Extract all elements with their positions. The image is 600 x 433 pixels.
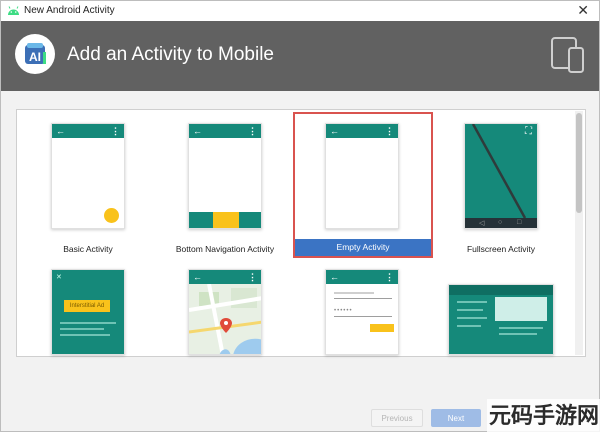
app-bar — [449, 285, 553, 295]
android-icon — [8, 6, 19, 15]
bottom-navigation-preview: ← ⋮ — [188, 123, 262, 229]
system-nav-bar: ◁ ○ □ — [465, 218, 537, 228]
interstitial-ad-preview: ✕ Interstitial Ad — [51, 269, 125, 355]
maps-activity-preview: ← ⋮ — [188, 269, 262, 355]
tile-label-empty-activity: Empty Activity — [295, 239, 431, 256]
fab-icon — [104, 208, 119, 223]
nav-recents-icon: □ — [517, 219, 522, 226]
detail-pane — [495, 297, 547, 321]
placeholder-line — [60, 334, 110, 336]
svg-text:AI: AI — [29, 50, 41, 64]
new-activity-window: New Android Activity ✕ AI Add an Activit… — [0, 0, 600, 433]
wizard-header: AI Add an Activity to Mobile — [1, 21, 599, 91]
watermark: 元码手游网 — [487, 399, 600, 433]
interstitial-ad-banner: Interstitial Ad — [64, 300, 110, 312]
email-field-underline — [334, 298, 392, 299]
list-line — [457, 301, 487, 303]
fullscreen-activity-preview: ⛶ ◁ ○ □ — [464, 123, 538, 229]
list-line — [457, 309, 483, 311]
scrollbar-thumb[interactable] — [576, 113, 582, 213]
app-bar: ← ⋮ — [189, 270, 261, 284]
placeholder-line — [60, 328, 104, 330]
close-icon[interactable]: ✕ — [577, 2, 589, 18]
tile-label-fullscreen-activity: Fullscreen Activity — [466, 244, 536, 254]
nav-home-icon: ○ — [498, 219, 503, 226]
bottom-nav-selected-item — [213, 212, 239, 228]
title-bar: New Android Activity ✕ — [1, 1, 599, 21]
selection-border — [293, 112, 433, 258]
back-arrow-icon: ← — [330, 272, 339, 282]
placeholder-line — [60, 322, 116, 324]
gallery-scrollbar[interactable] — [575, 111, 583, 355]
map-illustration — [189, 284, 261, 354]
bottom-nav-bar — [189, 212, 261, 228]
page-title: Add an Activity to Mobile — [67, 44, 274, 65]
ad-close-icon: ✕ — [56, 274, 62, 281]
overflow-menu-icon: ⋮ — [248, 126, 257, 136]
window-title: New Android Activity — [24, 5, 115, 16]
fullscreen-diagonal — [471, 124, 527, 219]
basic-activity-preview: ← ⋮ — [51, 123, 125, 229]
android-studio-icon: AI — [25, 43, 46, 64]
phone-tablet-icon — [551, 37, 584, 73]
sign-in-button-preview — [370, 324, 394, 332]
next-button[interactable]: Next — [431, 409, 481, 427]
overflow-menu-icon: ⋮ — [385, 272, 394, 282]
list-line — [457, 325, 481, 327]
back-arrow-icon: ← — [56, 126, 65, 136]
login-activity-preview: ← ⋮ •••••• — [325, 269, 399, 355]
back-arrow-icon: ← — [193, 272, 202, 282]
previous-button[interactable]: Previous — [371, 409, 423, 427]
detail-line — [499, 333, 537, 335]
email-field-placeholder — [334, 292, 374, 294]
tile-label-basic-activity: Basic Activity — [63, 244, 113, 254]
master-detail-preview — [448, 284, 554, 355]
nav-back-icon: ◁ — [479, 220, 485, 227]
app-bar: ← ⋮ — [189, 124, 261, 138]
tile-label-bottom-navigation-activity: Bottom Navigation Activity — [175, 244, 275, 254]
map-pin-icon — [220, 318, 221, 319]
password-field-underline — [334, 316, 392, 317]
list-line — [457, 317, 487, 319]
app-bar: ← ⋮ — [52, 124, 124, 138]
android-studio-logo: AI — [15, 34, 55, 74]
overflow-menu-icon: ⋮ — [111, 126, 120, 136]
fullscreen-toggle-icon: ⛶ — [525, 126, 532, 137]
password-dots: •••••• — [334, 308, 353, 314]
back-arrow-icon: ← — [193, 126, 202, 136]
detail-line — [499, 327, 543, 329]
overflow-menu-icon: ⋮ — [248, 272, 257, 282]
app-bar: ← ⋮ — [326, 270, 398, 284]
